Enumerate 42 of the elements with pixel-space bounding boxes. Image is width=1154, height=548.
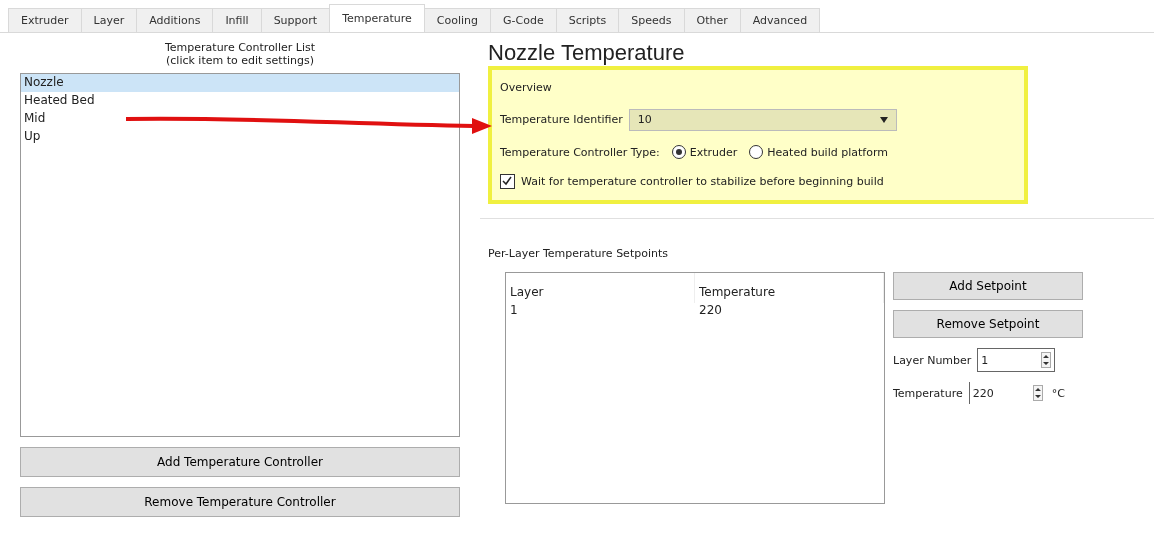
layer-number-label: Layer Number [893,353,972,367]
list-item[interactable]: Heated Bed [21,92,459,110]
section-heading: Nozzle Temperature [488,40,686,66]
wait-checkbox[interactable]: Wait for temperature controller to stabilize before beginning build [500,173,1016,189]
table-cell-text: 1 [509,303,519,319]
unit-label: °C [1051,386,1065,400]
setpoint-button[interactable]: Add Setpoint [893,272,1083,300]
temperature-field[interactable]: 220 [968,382,1046,404]
radio-option[interactable]: Heated build platform [749,145,888,160]
dropdown-caret-icon [879,116,888,123]
tab[interactable]: Infill [212,8,262,32]
tab[interactable]: Other [683,8,741,32]
controller-button[interactable]: Add Temperature Controller [20,447,460,477]
spinner-arrows-icon[interactable] [1032,385,1043,401]
identifier-dropdown[interactable]: 10 [628,108,897,131]
layer-number-field[interactable]: 1 [977,348,1056,372]
tab[interactable]: Speeds [618,8,685,32]
spinner-arrows-icon[interactable] [1041,352,1052,368]
type-label: Temperature Controller Type: [500,145,660,159]
tab[interactable]: Extruder [8,8,82,32]
setpoint-button[interactable]: Remove Setpoint [893,310,1083,338]
list-hint: (click item to edit settings) [165,54,315,67]
column-header[interactable]: Temperature [695,273,884,303]
tab[interactable]: Scripts [555,8,620,32]
tab[interactable]: Support [260,8,331,32]
tab[interactable]: Layer [80,8,138,32]
tab[interactable]: Additions [136,8,214,32]
tab[interactable]: G-Code [490,8,557,32]
identifier-label: Temperature Identifier [500,113,623,127]
setpoints-title: Per-Layer Temperature Setpoints [488,247,669,260]
controller-button[interactable]: Remove Temperature Controller [20,487,460,517]
list-item[interactable]: Up [21,128,459,146]
list-title: Temperature Controller List [164,41,316,54]
list-item[interactable]: Mid [21,110,459,128]
temperature-label: Temperature [893,386,963,400]
tab[interactable]: Advanced [739,8,821,32]
column-header[interactable]: Layer [506,273,695,303]
table-cell-text: 220 [698,303,723,319]
overview-title: Overview [500,81,552,95]
list-item[interactable]: Nozzle [21,74,459,92]
tab[interactable]: Cooling [423,8,492,32]
radio-option[interactable]: Extruder [671,145,738,160]
